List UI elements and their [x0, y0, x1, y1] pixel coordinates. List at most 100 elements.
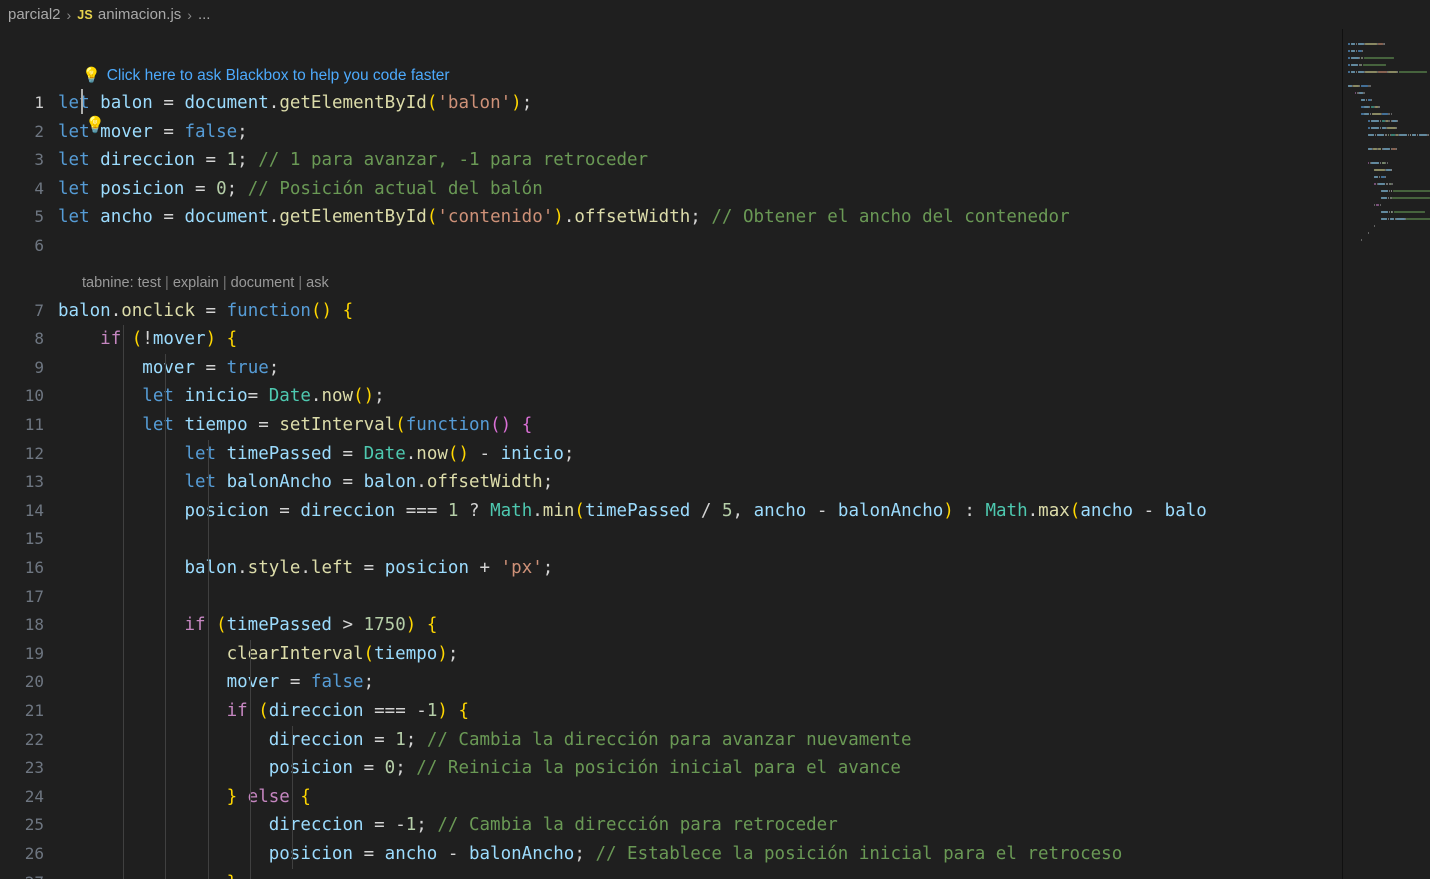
minimap-line-segment	[1364, 113, 1370, 115]
minimap-line-segment	[1356, 43, 1357, 45]
code-line[interactable]: 4 let posicion = 0; // Posición actual de…	[0, 175, 1342, 204]
code-line[interactable]: 6	[0, 232, 1342, 261]
line-number: 2	[34, 121, 44, 141]
minimap-line-segment	[1380, 218, 1388, 220]
minimap-line-segment	[1370, 99, 1372, 101]
code-line[interactable]: 9 mover = true;	[0, 354, 1342, 383]
code-line[interactable]: 25 direccion = -1; // Cambia la direcció…	[0, 811, 1342, 840]
minimap-line-segment	[1366, 99, 1367, 101]
codelens-pipe: |	[218, 274, 231, 291]
indent-guide	[207, 439, 209, 879]
minimap-line-segment	[1357, 43, 1365, 45]
minimap-line-segment	[1384, 162, 1386, 164]
minimap-line-segment	[1363, 57, 1394, 59]
code-line[interactable]: 24 } else {	[0, 783, 1342, 812]
line-number: 20	[24, 672, 44, 692]
minimap-line-segment	[1384, 134, 1388, 136]
minimap-line-segment	[1380, 197, 1388, 199]
minimap-line-segment	[1388, 218, 1389, 220]
code-line[interactable]: 22 direccion = 1; // Cambia la dirección…	[0, 726, 1342, 755]
code-line[interactable]: 21 if (direccion === -1) {	[0, 697, 1342, 726]
code-line[interactable]: 3 let direccion = 1; // 1 para avanzar, -…	[0, 146, 1342, 175]
minimap-line-segment	[1361, 99, 1366, 101]
minimap-line-segment	[1356, 71, 1357, 73]
breadcrumb-separator-icon-2: ›	[187, 6, 192, 23]
line-number: 16	[24, 558, 44, 577]
minimap-line-segment	[1396, 218, 1405, 220]
minimap-line-segment	[1354, 92, 1357, 94]
line-number: 13	[24, 472, 44, 492]
line-number: 7	[34, 300, 44, 320]
javascript-file-icon: JS	[77, 7, 93, 22]
blackbox-hint-link[interactable]: 💡 Click here to ask Blackbox to help you…	[82, 63, 450, 89]
code-line[interactable]: 18 if (timePassed > 1750) {	[0, 611, 1342, 640]
codelens-action-explain[interactable]: explain	[173, 275, 219, 291]
line-number: 11	[24, 415, 44, 434]
codelens-tabnine[interactable]: tabnine: test | explain | document | ask	[82, 271, 329, 295]
code-line[interactable]: 1 let balon = document.getElementById('ba…	[0, 89, 1342, 118]
codelens-action-document[interactable]: document	[231, 275, 295, 291]
code-line[interactable]: 11 let tiempo = setInterval(function() {	[0, 411, 1342, 440]
code-editor[interactable]: 💡 Click here to ask Blackbox to help you…	[0, 29, 1430, 879]
line-number: 14	[24, 500, 44, 520]
minimap-line-segment	[1370, 162, 1380, 164]
blackbox-hint-label: Click here to ask Blackbox to help you c…	[106, 67, 450, 84]
minimap-line-segment	[1377, 148, 1381, 150]
breadcrumb-file[interactable]: animacion.js	[98, 6, 181, 23]
codelens-action-test[interactable]: test	[138, 275, 161, 291]
minimap-line-segment	[1374, 183, 1376, 185]
code-text: let direccion = 1; // 1 para avanzar, -1…	[58, 150, 649, 171]
minimap-line-segment	[1389, 211, 1390, 213]
minimap-line-segment	[1361, 64, 1362, 66]
code-line[interactable]: 17	[0, 583, 1342, 612]
minimap-line-segment	[1395, 148, 1397, 150]
minimap-line-segment	[1381, 113, 1389, 115]
code-line[interactable]: 5 let ancho = document.getElementById('co…	[0, 203, 1342, 232]
minimap-line-segment	[1389, 113, 1390, 115]
minimap[interactable]	[1343, 29, 1430, 879]
code-line[interactable]: 20 mover = false;	[0, 668, 1342, 697]
breadcrumb-separator-icon: ›	[66, 6, 72, 23]
line-number: 25	[24, 815, 44, 835]
code-line[interactable]: 10 let inicio= Date.now();	[0, 382, 1342, 411]
line-number: 27	[0, 869, 58, 879]
breadcrumb-folder[interactable]: parcial2	[8, 6, 61, 23]
minimap-line-segment	[1392, 197, 1430, 199]
code-line[interactable]: 23 posicion = 0; // Reinicia la posición…	[0, 754, 1342, 783]
minimap-line-segment	[1418, 134, 1427, 136]
minimap-line-segment	[1351, 71, 1356, 73]
minimap-line-segment	[1361, 106, 1364, 108]
line-number: 24	[24, 786, 44, 806]
minimap-line-segment	[1377, 71, 1387, 73]
minimap-line-segment	[1406, 218, 1430, 220]
minimap-line-segment	[1367, 232, 1369, 234]
code-line[interactable]: 14 posicion = direccion === 1 ? Math.min…	[0, 497, 1342, 526]
code-line[interactable]: 7 balon.onclick = function() {	[0, 297, 1342, 326]
minimap-line-segment	[1390, 113, 1392, 115]
minimap-line-segment	[1376, 134, 1385, 136]
code-text: let posicion = 0; // Posición actual del…	[58, 178, 543, 199]
code-line[interactable]: 8 if (!mover) {	[0, 325, 1342, 354]
code-line[interactable]: 15	[0, 525, 1342, 554]
minimap-line-segment	[1375, 204, 1380, 206]
code-line[interactable]: 19 clearInterval(tiempo);	[0, 640, 1342, 669]
code-line[interactable]: 16 balon.style.left = posicion + 'px';	[0, 554, 1342, 583]
line-number: 6	[34, 236, 44, 255]
code-line[interactable]: 27 }	[0, 869, 1342, 879]
minimap-line-segment	[1393, 211, 1426, 213]
minimap-line-segment	[1389, 190, 1390, 192]
minimap-line-segment	[1392, 211, 1394, 213]
code-line[interactable]: 12 let timePassed = Date.now() - inicio;	[0, 440, 1342, 469]
quick-fix-lightbulb-icon[interactable]: 💡	[85, 117, 105, 133]
codelens-action-ask[interactable]: ask	[306, 275, 329, 291]
breadcrumb: parcial2 › JS animacion.js › ...	[0, 0, 1430, 29]
breadcrumb-overflow[interactable]: ...	[198, 6, 211, 23]
minimap-line-segment	[1370, 120, 1380, 122]
minimap-line-segment	[1386, 162, 1388, 164]
code-line[interactable]: 13 let balonAncho = balon.offsetWidth;	[0, 468, 1342, 497]
minimap-line-segment	[1351, 57, 1359, 59]
code-line[interactable]: 26 posicion = ancho - balonAncho; // Est…	[0, 840, 1342, 869]
minimap-line-segment	[1379, 176, 1380, 178]
code-line[interactable]: 2 let mover = false;	[0, 118, 1342, 147]
minimap-line-segment	[1416, 134, 1418, 136]
